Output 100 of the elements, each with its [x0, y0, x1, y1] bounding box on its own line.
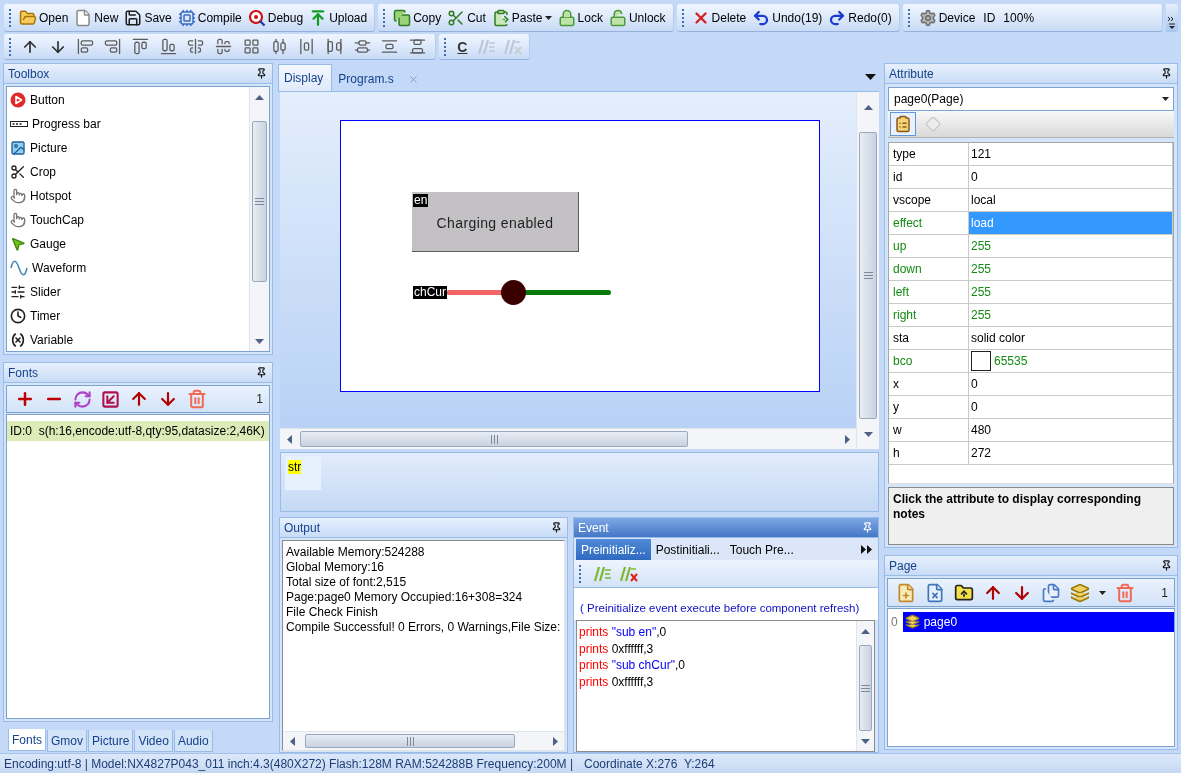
attribute-value[interactable]: 121 — [969, 143, 1173, 166]
toolbox-item[interactable]: Crop — [7, 160, 249, 184]
attribute-name[interactable]: w — [889, 419, 969, 442]
attribute-name[interactable]: x — [889, 373, 969, 396]
vertical-scrollbar[interactable] — [856, 621, 874, 751]
page-item[interactable]: page0 — [902, 611, 1174, 632]
triangle-left-icon[interactable] — [286, 434, 292, 444]
caret-icon[interactable] — [544, 15, 552, 20]
font-item[interactable]: ID:0 s(h:16,encode:utf-8,qty:95,datasize:2,46K) — [7, 421, 269, 441]
panel-tab[interactable]: Video — [134, 730, 173, 752]
attribute-value[interactable]: 0 — [969, 373, 1173, 396]
toolbox-item[interactable]: Hotspot — [7, 184, 249, 208]
debug-button[interactable]: Debug — [244, 5, 307, 30]
grip-handle[interactable] — [579, 564, 582, 583]
toolbox-item[interactable]: Picture — [7, 136, 249, 160]
copy-button[interactable]: Copy — [390, 5, 445, 30]
horizontal-scrollbar[interactable] — [283, 731, 564, 750]
device-button[interactable]: Device — [914, 5, 980, 30]
grip-handle[interactable] — [9, 8, 12, 27]
attribute-value[interactable]: 0 — [969, 396, 1173, 419]
attribute-name[interactable]: h — [889, 442, 969, 465]
scrollbar-thumb[interactable] — [859, 132, 877, 419]
align-bottom-icon[interactable] — [159, 38, 177, 55]
toolbox-item[interactable]: Waveform — [7, 256, 249, 280]
grip-handle[interactable] — [383, 8, 387, 27]
attribute-name[interactable]: up — [889, 235, 969, 258]
attribute-value[interactable]: 255 — [969, 304, 1173, 327]
scrollbar-thumb[interactable] — [300, 431, 688, 447]
variable-component[interactable]: str — [285, 456, 321, 490]
trash-icon[interactable] — [1115, 582, 1135, 603]
distribute-horizontal-icon[interactable] — [270, 38, 288, 55]
folder-up-icon[interactable] — [954, 582, 974, 603]
document-tab[interactable]: Display — [278, 64, 333, 91]
double-triangle-icon[interactable] — [861, 545, 872, 554]
space-between-vertical-icon[interactable] — [408, 38, 426, 55]
slider-thumb[interactable] — [501, 280, 527, 305]
toolbox-item[interactable]: Timer — [7, 304, 249, 328]
undo-button[interactable]: Undo(19) — [749, 5, 826, 30]
file-cross-icon[interactable] — [925, 582, 945, 603]
attribute-name[interactable]: bco — [889, 350, 969, 373]
triangle-right-icon[interactable] — [552, 736, 558, 746]
grip-handle[interactable] — [681, 8, 685, 27]
new-button[interactable]: New — [71, 5, 122, 30]
pin-icon[interactable] — [551, 522, 562, 533]
cut-button[interactable]: Cut — [444, 5, 489, 30]
align-right-icon[interactable] — [104, 38, 122, 55]
panel-tab[interactable]: Gmov — [47, 730, 88, 752]
attribute-value[interactable]: 272 — [969, 442, 1173, 465]
document-tab[interactable]: Program.s — [332, 66, 428, 91]
triangle-down-icon[interactable] — [255, 338, 264, 344]
scrollbar-thumb[interactable] — [252, 121, 267, 282]
event-tab[interactable]: Postinitiali... — [650, 539, 725, 560]
vertical-scrollbar[interactable] — [856, 92, 879, 449]
refresh-icon[interactable] — [73, 389, 92, 409]
upload-button[interactable]: Upload — [306, 5, 371, 30]
distribute-vertical-icon[interactable] — [353, 38, 371, 55]
code-editor[interactable]: prints "sub en",0 prints 0xffffff,3 prints "sub chCur",0 prints 0xffffff,3 — [576, 620, 875, 752]
triangle-up-icon[interactable] — [255, 94, 264, 100]
attribute-value[interactable]: 480 — [969, 419, 1173, 442]
triangle-down-icon[interactable] — [863, 431, 873, 437]
attribute-name[interactable]: down — [889, 258, 969, 281]
panel-tab[interactable]: Fonts — [8, 729, 46, 751]
attribute-value[interactable]: 255 — [969, 258, 1173, 281]
object-select[interactable]: page0(Page) — [888, 87, 1174, 111]
scrollbar-thumb[interactable] — [305, 734, 515, 748]
center-vertical-icon[interactable] — [187, 38, 205, 55]
panel-tab[interactable]: Picture — [88, 730, 134, 752]
event-tab[interactable]: Touch Pre... — [724, 539, 799, 560]
delete-button[interactable]: Delete — [688, 5, 750, 30]
redo-button[interactable]: Redo(0) — [825, 5, 895, 30]
compile-button[interactable]: Compile — [174, 5, 245, 30]
panel-tab[interactable]: Audio — [173, 730, 213, 752]
triangle-up-icon[interactable] — [861, 628, 870, 634]
triangle-down-icon[interactable] — [861, 738, 870, 744]
pin-icon[interactable] — [256, 367, 267, 378]
color-swatch-icon[interactable] — [971, 351, 991, 371]
space-around-vertical-icon[interactable] — [381, 38, 399, 55]
toolbox-item[interactable]: Button — [7, 88, 249, 112]
plus-icon[interactable] — [15, 389, 35, 409]
event-tab[interactable]: Preinitializ... — [576, 539, 651, 560]
open-button[interactable]: Open — [16, 5, 72, 30]
attribute-value[interactable]: 65535 — [969, 350, 1173, 373]
scrollbar-thumb[interactable] — [859, 645, 872, 731]
grip-handle[interactable] — [444, 37, 448, 56]
attribute-name[interactable]: left — [889, 281, 969, 304]
pin-icon[interactable] — [256, 68, 267, 79]
attribute-value[interactable]: 0 — [969, 166, 1173, 189]
save-button[interactable]: Save — [121, 5, 175, 30]
horizontal-scrollbar[interactable] — [280, 428, 856, 449]
zoom-button[interactable]: 100% — [999, 5, 1039, 30]
toolbox-item[interactable]: TouchCap — [7, 208, 249, 232]
attribute-name[interactable]: id — [889, 166, 969, 189]
triangle-left-icon[interactable] — [289, 736, 295, 746]
trash-icon[interactable] — [187, 389, 207, 409]
files-icon[interactable] — [1041, 582, 1061, 603]
pin-icon[interactable] — [1161, 560, 1172, 571]
unlock-button[interactable]: Unlock — [605, 5, 669, 30]
caret-icon[interactable] — [1099, 590, 1106, 595]
attribute-name[interactable]: type — [889, 143, 969, 166]
lock-button[interactable]: Lock — [554, 5, 606, 30]
